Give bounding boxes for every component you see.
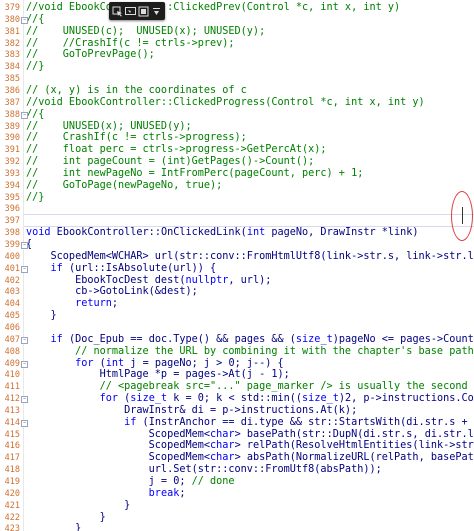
fold-toggle-icon[interactable]: − [21,242,28,249]
code-editor[interactable]: 379//void EbookController::ClickedPrev(C… [0,0,474,531]
fold-toggle-icon[interactable]: − [21,337,28,344]
layout-adorner-icon[interactable] [138,6,149,17]
select-element-icon[interactable] [112,6,123,17]
display-tracking-icon[interactable] [125,6,136,17]
scroll-thumb[interactable] [462,207,463,224]
fold-toggle-icon[interactable]: − [21,420,28,427]
fold-toggle-icon[interactable]: − [21,396,28,403]
floating-debug-toolbar [109,2,165,20]
code-line[interactable]: 423 } [0,522,474,531]
fold-toggle-icon[interactable]: − [21,17,28,24]
fold-toggle-icon[interactable]: − [21,361,28,368]
collapse-toolbar-icon[interactable] [151,6,162,17]
fold-toggle-icon[interactable]: − [21,112,28,119]
line-number: 423 [4,524,20,531]
code-text: } [26,523,82,531]
fold-toggle-icon[interactable]: − [21,266,28,273]
